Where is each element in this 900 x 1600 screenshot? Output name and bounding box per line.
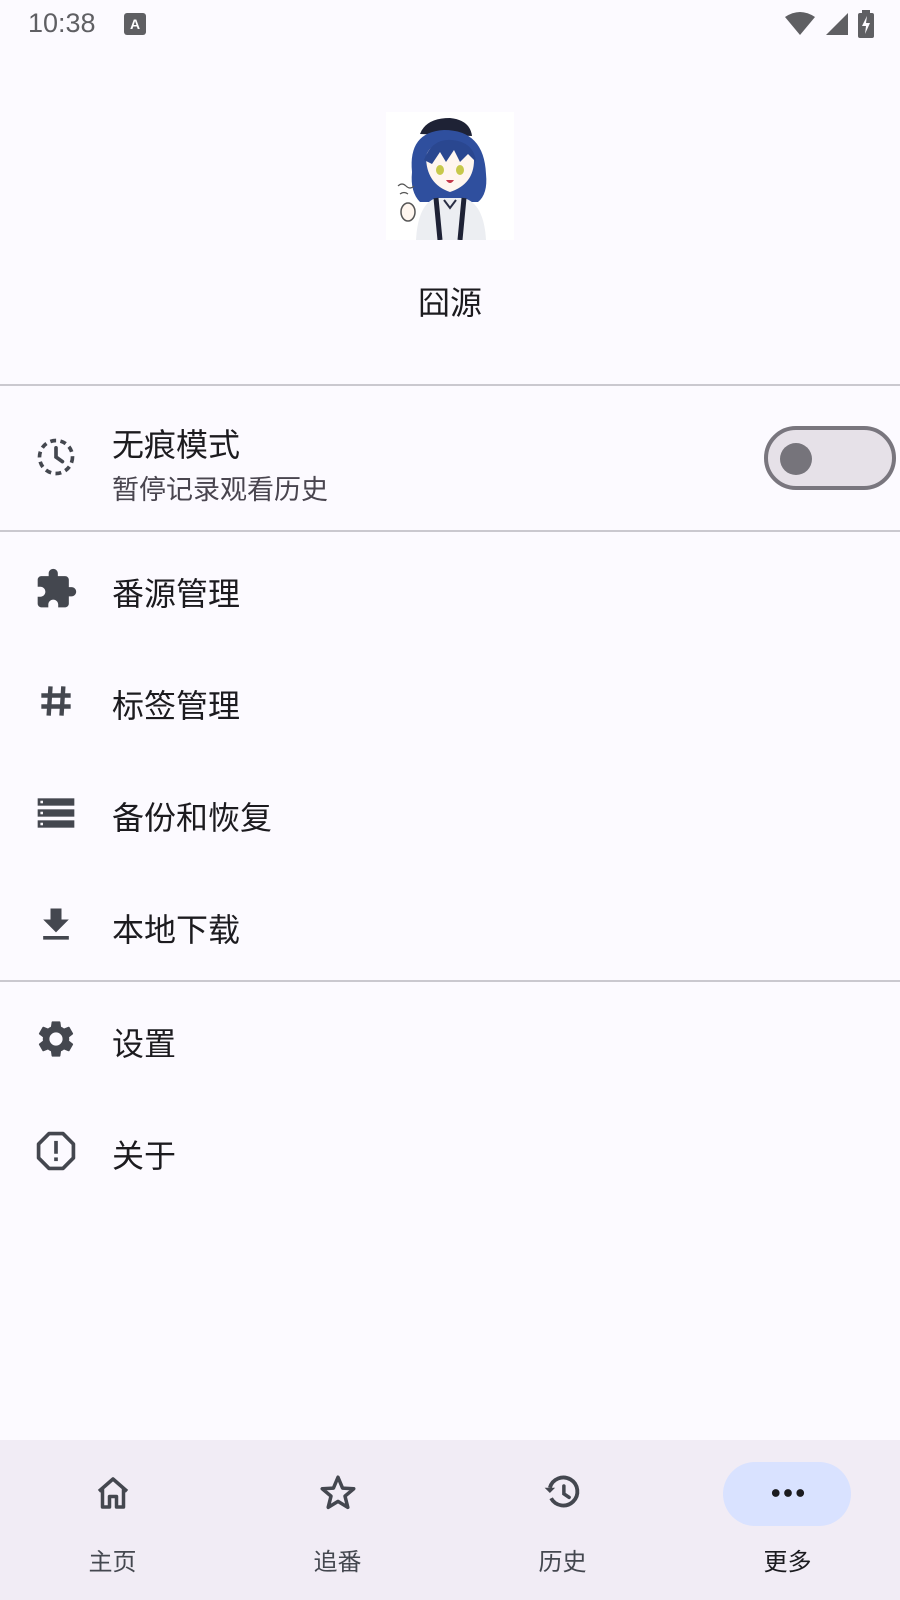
menu-item-settings[interactable]: 设置 (0, 983, 900, 1095)
star-icon (320, 1475, 356, 1510)
incognito-toggle[interactable] (764, 426, 896, 490)
signal-icon (826, 13, 848, 35)
incognito-mode-row[interactable]: 无痕模式 暂停记录观看历史 (0, 386, 900, 530)
nav-item-home[interactable]: 主页 (0, 1440, 225, 1600)
nav-label: 历史 (538, 1548, 587, 1576)
nav-item-history[interactable]: 历史 (450, 1440, 675, 1600)
menu-item-source-management[interactable]: 番源管理 (0, 533, 900, 645)
menu-item-tag-management[interactable]: 标签管理 (0, 645, 900, 757)
menu-item-backup-restore[interactable]: 备份和恢复 (0, 757, 900, 869)
nav-label: 更多 (763, 1548, 812, 1576)
anime-girl-avatar (386, 112, 514, 240)
status-bar: 10:38 A (0, 0, 900, 50)
nav-label: 追番 (313, 1548, 362, 1576)
status-icons (784, 10, 874, 38)
about-info-icon (36, 1131, 76, 1171)
home-icon (97, 1477, 129, 1509)
incognito-title: 无痕模式 (112, 426, 241, 464)
settings-gear-icon (38, 1021, 74, 1057)
incognito-subtitle: 暂停记录观看历史 (112, 475, 328, 506)
menu-item-local-download[interactable]: 本地下载 (0, 869, 900, 981)
history-icon (544, 1475, 580, 1508)
menu-label: 备份和恢复 (112, 799, 273, 837)
nav-label: 主页 (88, 1548, 137, 1576)
incognito-history-icon (37, 438, 75, 476)
menu-label: 关于 (112, 1137, 177, 1175)
menu-label: 设置 (112, 1025, 177, 1063)
tag-hash-icon (41, 686, 71, 716)
bottom-navigation: 主页 追番 历史 更多 (0, 1440, 900, 1600)
extension-puzzle-icon (37, 568, 77, 608)
nav-item-following[interactable]: 追番 (225, 1440, 450, 1600)
status-time: 10:38 (28, 8, 96, 38)
toggle-knob (780, 443, 812, 475)
wifi-icon (785, 12, 815, 35)
menu-label: 标签管理 (112, 687, 241, 725)
incognito-divider (0, 530, 900, 532)
nav-item-more[interactable]: 更多 (675, 1440, 900, 1600)
keyboard-a-icon: A (124, 13, 146, 35)
menu-label: 本地下载 (112, 911, 241, 949)
more-screen: 10:38 A 囧源 无痕模式 暂停记录观看历史 番源管理 标签管理 备份和恢复… (0, 0, 900, 1600)
download-icon (43, 908, 69, 940)
battery-charging-icon (858, 10, 874, 38)
menu-item-about[interactable]: 关于 (0, 1095, 900, 1207)
more-horiz-icon (771, 1489, 805, 1497)
app-name: 囧源 (417, 284, 482, 322)
menu-divider (0, 980, 900, 982)
storage-list-icon (37, 798, 75, 828)
svg-text:A: A (130, 16, 140, 32)
menu-label: 番源管理 (112, 575, 241, 613)
